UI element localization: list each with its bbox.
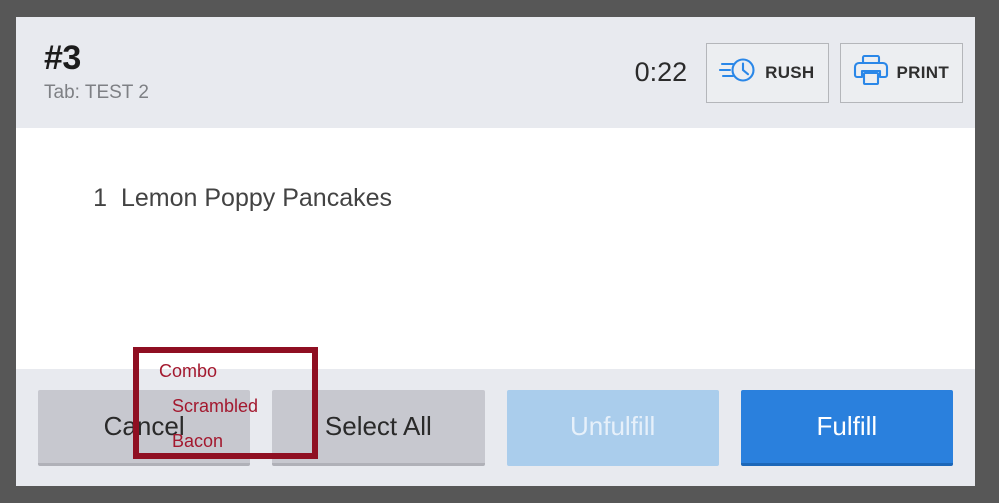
order-item-main: 1 Lemon Poppy Pancakes: [16, 184, 975, 213]
rush-button-label: RUSH: [765, 63, 814, 83]
printer-icon: [853, 54, 889, 91]
rush-button[interactable]: RUSH: [706, 43, 828, 103]
order-header: #3 Tab: TEST 2 0:22: [16, 17, 975, 128]
print-button-label: PRINT: [897, 63, 950, 83]
header-actions: 0:22 RUSH: [635, 43, 963, 103]
order-number: #3: [44, 41, 149, 77]
print-button[interactable]: PRINT: [840, 43, 964, 103]
order-item-quantity: 1: [16, 184, 121, 213]
order-timer: 0:22: [635, 57, 688, 88]
rush-clock-icon: [719, 55, 757, 90]
fulfill-button[interactable]: Fulfill: [741, 390, 953, 466]
order-card: #3 Tab: TEST 2 0:22: [16, 17, 975, 486]
order-tab-label: Tab: TEST 2: [44, 83, 149, 104]
order-item[interactable]: 1 Lemon Poppy Pancakes: [16, 184, 975, 213]
order-items-list: 1 Lemon Poppy Pancakes Combo Scrambled B…: [16, 128, 975, 369]
unfulfill-button[interactable]: Unfulfill: [507, 390, 719, 466]
order-identity: #3 Tab: TEST 2: [44, 41, 149, 104]
app-screen: #3 Tab: TEST 2 0:22: [0, 0, 999, 503]
order-item-name: Lemon Poppy Pancakes: [121, 184, 392, 213]
annotation-highlight-box: [133, 347, 318, 459]
